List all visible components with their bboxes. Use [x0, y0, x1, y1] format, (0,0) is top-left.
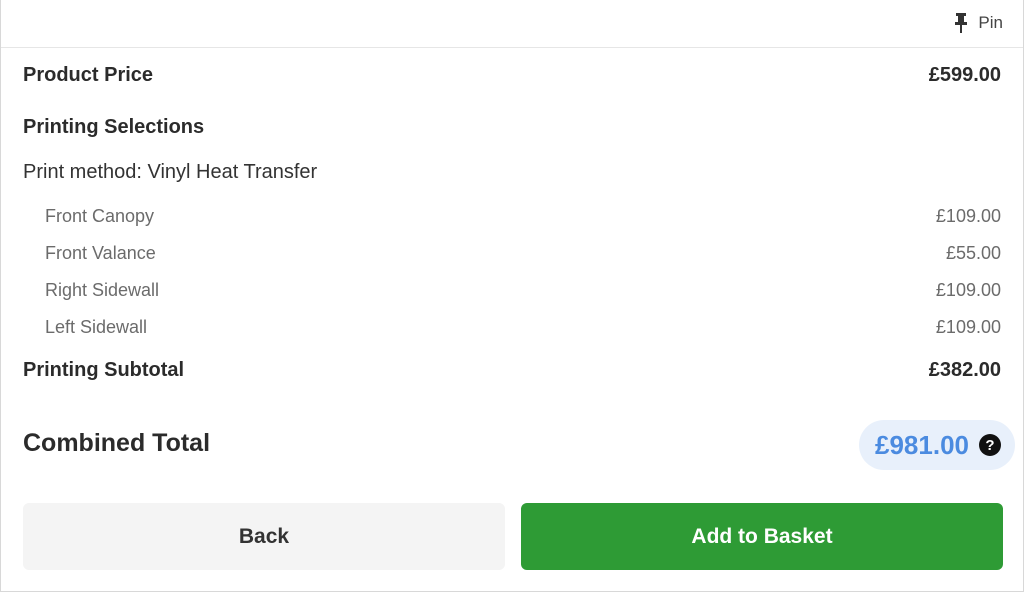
combined-total-value: £981.00 — [875, 429, 969, 460]
line-item-row: Front Canopy £109.00 — [45, 206, 1001, 227]
line-item-price: £109.00 — [935, 206, 1001, 226]
line-item-label: Right Sidewall — [45, 280, 160, 300]
line-item-price: £55.00 — [945, 243, 1001, 263]
combined-total-row: Combined Total — [23, 429, 210, 458]
add-to-basket-button[interactable]: Add to Basket — [521, 503, 1003, 570]
product-price-label: Product Price — [23, 64, 154, 86]
printing-subtotal-label: Printing Subtotal — [23, 359, 185, 381]
line-item-price: £109.00 — [935, 280, 1001, 300]
line-item-row: Front Valance £55.00 — [45, 243, 1001, 264]
line-item-row: Right Sidewall £109.00 — [45, 280, 1001, 301]
pin-button[interactable]: Pin — [954, 10, 1003, 36]
printing-subtotal-row: Printing Subtotal £382.00 — [23, 359, 1001, 382]
printing-subtotal-value: £382.00 — [928, 359, 1001, 381]
pin-icon — [954, 13, 968, 33]
line-item-label: Front Valance — [45, 243, 156, 263]
product-price-row: Product Price £599.00 — [23, 64, 1001, 87]
line-item-price: £109.00 — [935, 317, 1001, 337]
line-item-label: Left Sidewall — [45, 317, 148, 337]
combined-total-badge: £981.00 ? — [859, 420, 1015, 470]
question-circle-icon[interactable]: ? — [979, 434, 1001, 456]
product-price-value: £599.00 — [928, 64, 1001, 86]
pin-label: Pin — [978, 13, 1003, 32]
line-item-label: Front Canopy — [45, 206, 155, 226]
back-button[interactable]: Back — [23, 503, 505, 570]
print-method-row: Print method: Vinyl Heat Transfer — [23, 161, 1001, 184]
printing-selections-heading-row: Printing Selections — [23, 116, 1001, 139]
printing-selections-label: Printing Selections — [23, 116, 205, 138]
combined-total-label: Combined Total — [23, 429, 211, 457]
print-method-text: Print method: Vinyl Heat Transfer — [23, 161, 318, 183]
panel-header: Pin — [1, 0, 1023, 48]
line-item-row: Left Sidewall £109.00 — [45, 317, 1001, 338]
price-summary-panel: Pin Product Price £599.00 Printing Selec… — [0, 0, 1024, 592]
